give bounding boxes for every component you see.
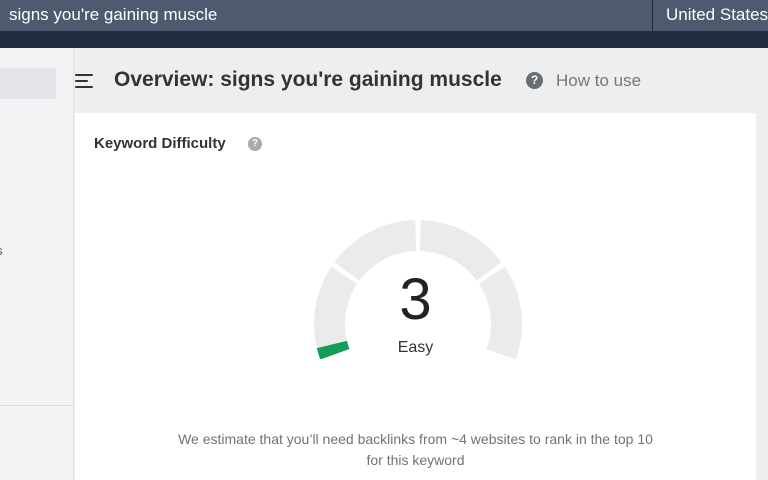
sidebar-divider bbox=[0, 405, 74, 406]
keyword-search-input[interactable]: signs you're gaining muscle bbox=[0, 0, 652, 31]
keyword-difficulty-card: Keyword Difficulty ? 3 Easy We estimate … bbox=[75, 113, 756, 480]
difficulty-score: 3 bbox=[399, 267, 432, 332]
how-to-use-link[interactable]: How to use bbox=[556, 71, 641, 91]
card-title: Keyword Difficulty bbox=[94, 135, 226, 152]
sidebar-item-label[interactable]: s bbox=[0, 243, 3, 258]
info-icon[interactable]: ? bbox=[248, 137, 262, 151]
backlinks-estimate: We estimate that you’ll need backlinks f… bbox=[135, 429, 696, 471]
top-bar: signs you're gaining muscle United State… bbox=[0, 0, 768, 48]
difficulty-rating: Easy bbox=[397, 339, 434, 356]
estimate-line-1: We estimate that you’ll need backlinks f… bbox=[178, 431, 653, 447]
country-select[interactable]: United States bbox=[653, 0, 768, 31]
estimate-line-2: for this keyword bbox=[366, 452, 465, 468]
help-icon[interactable]: ? bbox=[526, 72, 543, 89]
hamburger-menu-icon[interactable] bbox=[74, 72, 94, 90]
page-title: Overview: signs you're gaining muscle bbox=[114, 68, 502, 91]
sidebar: s bbox=[0, 48, 74, 480]
sidebar-item-active[interactable] bbox=[0, 68, 56, 99]
